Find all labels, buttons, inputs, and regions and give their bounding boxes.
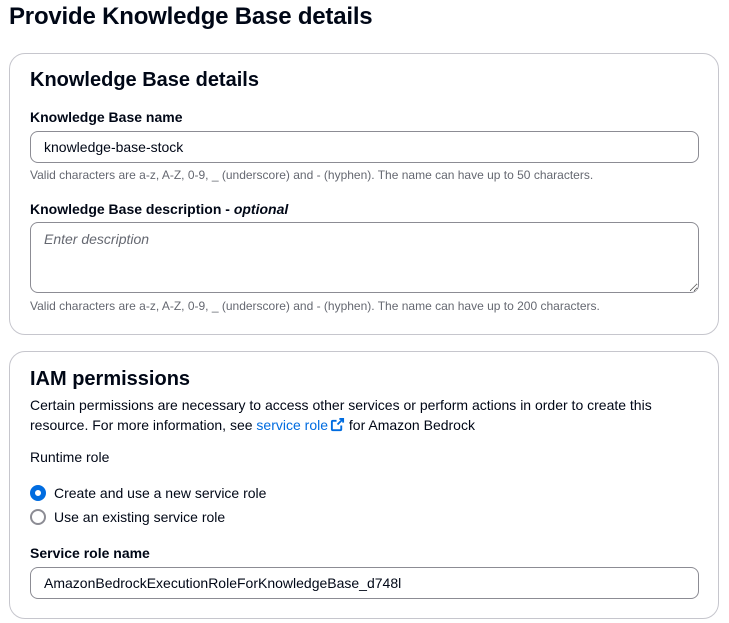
kb-description-hint: Valid characters are a-z, A-Z, 0-9, _ (u… [30, 299, 600, 313]
service-role-name-input[interactable] [30, 567, 699, 599]
optional-tag: optional [233, 201, 289, 217]
radio-use-existing-role[interactable]: Use an existing service role [30, 509, 225, 525]
external-link-icon [330, 417, 345, 437]
kb-description-textarea[interactable] [30, 222, 699, 293]
kb-details-heading: Knowledge Base details [30, 69, 259, 91]
page-title: Provide Knowledge Base details [9, 3, 373, 30]
kb-name-input[interactable] [30, 131, 699, 163]
kb-details-panel: Knowledge Base details Knowledge Base na… [9, 53, 719, 335]
radio-button-unchecked[interactable] [30, 509, 46, 525]
service-role-name-label: Service role name [30, 545, 150, 561]
radio-button-checked[interactable] [30, 485, 46, 501]
radio-label-create-new-role: Create and use a new service role [54, 485, 267, 501]
radio-label-use-existing-role: Use an existing service role [54, 509, 226, 525]
kb-description-label-text: Knowledge Base description - [30, 201, 234, 217]
runtime-role-label: Runtime role [30, 449, 110, 465]
iam-description-suffix: for Amazon Bedrock [345, 417, 475, 433]
iam-permissions-panel: IAM permissions Certain permissions are … [9, 351, 719, 619]
iam-description: Certain permissions are necessary to acc… [30, 395, 690, 437]
kb-name-hint: Valid characters are a-z, A-Z, 0-9, _ (u… [30, 168, 594, 182]
service-role-link[interactable]: service role [256, 417, 345, 433]
iam-permissions-heading: IAM permissions [30, 368, 191, 390]
kb-description-label: Knowledge Base description - optional [30, 201, 288, 217]
service-role-link-text: service role [256, 417, 329, 433]
kb-name-label: Knowledge Base name [30, 109, 183, 125]
radio-create-new-role[interactable]: Create and use a new service role [30, 485, 266, 501]
